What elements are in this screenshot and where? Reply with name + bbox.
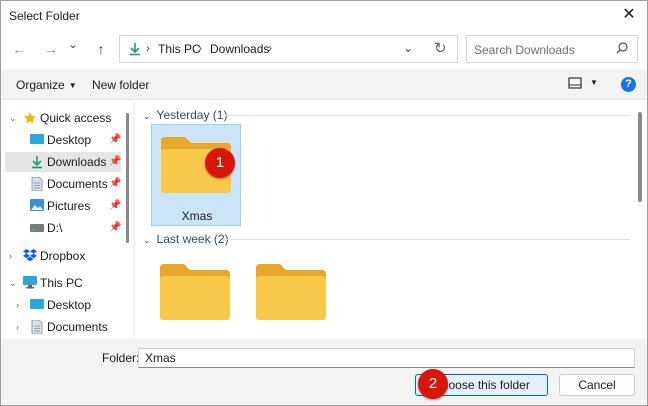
forward-arrow-icon[interactable]: →	[41, 39, 61, 59]
sidebar-item-desktop[interactable]: Desktop 📌	[5, 130, 121, 150]
sidebar-item-drive-d[interactable]: D:\ 📌	[5, 218, 121, 238]
sidebar-item-label: Pictures	[47, 199, 91, 213]
drive-icon	[30, 224, 44, 232]
download-icon	[130, 43, 140, 56]
file-list: ⌄ Yesterday (1) Xmas 1 ⌄ Last week (2)	[135, 99, 647, 339]
chevron-down-icon: ⌄	[143, 111, 151, 121]
chevron-down-icon[interactable]: ⌄	[9, 273, 17, 293]
folder-icon	[256, 264, 326, 320]
chevron-down-icon: ⌄	[143, 235, 151, 245]
window-title: Select Folder	[9, 9, 80, 23]
search-box[interactable]: Search Downloads	[466, 35, 638, 63]
step-badge-1: 1	[205, 148, 235, 178]
sidebar-item-quick-access[interactable]: ⌄ Quick access	[5, 108, 121, 128]
folder-tile[interactable]	[247, 252, 337, 339]
navigation-bar: ← → ⌄ ↑ › This PC › Downloads › ⌄ ↻ Sear…	[1, 31, 647, 69]
caret-down-icon: ▼	[68, 81, 77, 90]
folder-tile[interactable]	[151, 252, 241, 339]
desktop-icon	[30, 134, 44, 144]
dialog-footer: Folder: Choose this folder Cancel 2	[1, 339, 647, 405]
cancel-button[interactable]: Cancel	[559, 374, 635, 396]
back-arrow-icon[interactable]: ←	[9, 39, 29, 59]
sidebar-item-label: Quick access	[40, 111, 112, 125]
help-icon[interactable]: ?	[621, 77, 636, 92]
folder-name-input[interactable]	[138, 348, 635, 368]
sidebar-item-label: Dropbox	[40, 249, 86, 263]
group-divider	[223, 239, 630, 240]
view-options-icon[interactable]	[568, 77, 582, 89]
breadcrumb-this-pc[interactable]: This PC	[158, 42, 201, 56]
refresh-icon[interactable]: ↻	[434, 39, 447, 57]
folder-icon	[160, 264, 230, 320]
breadcrumb-separator-icon: ›	[198, 41, 202, 55]
pin-icon[interactable]: 📌	[109, 174, 121, 194]
group-header-label: Last week (2)	[156, 232, 229, 246]
breadcrumb-separator-icon[interactable]: ›	[268, 41, 272, 55]
sidebar-item-dropbox[interactable]: › Dropbox	[5, 246, 121, 266]
chevron-down-icon[interactable]: ⌄	[403, 41, 413, 55]
content-scrollbar[interactable]	[638, 112, 642, 202]
sidebar-item-label: Documents	[47, 320, 108, 334]
title-bar: Select Folder ✕	[1, 1, 647, 31]
close-icon[interactable]: ✕	[619, 5, 639, 25]
chevron-down-icon[interactable]: ⌄	[9, 108, 17, 128]
sidebar-item-downloads[interactable]: Downloads 📌	[5, 152, 121, 172]
group-header-last-week[interactable]: ⌄ Last week (2)	[143, 232, 229, 246]
group-divider	[225, 115, 630, 116]
sidebar-item-pc-documents[interactable]: › Documents	[5, 317, 121, 337]
download-icon	[32, 156, 42, 169]
sidebar-scrollbar[interactable]	[126, 113, 129, 243]
computer-icon	[23, 276, 37, 289]
sidebar-item-label: Documents	[47, 177, 108, 191]
search-icon	[616, 42, 628, 54]
chevron-right-icon[interactable]: ›	[16, 295, 19, 315]
pin-icon[interactable]: 📌	[109, 152, 121, 172]
folder-label: Folder:	[102, 351, 140, 365]
search-placeholder: Search Downloads	[474, 43, 575, 57]
pin-icon[interactable]: 📌	[109, 130, 121, 150]
desktop-icon	[30, 299, 44, 309]
navigation-pane: ⌄ Quick access Desktop 📌 Downloads 📌 Doc…	[1, 99, 133, 339]
chevron-right-icon[interactable]: ›	[9, 246, 12, 266]
dropbox-icon	[23, 249, 37, 262]
pictures-icon	[30, 199, 44, 211]
up-arrow-icon[interactable]: ↑	[91, 39, 111, 59]
group-header-label: Yesterday (1)	[156, 108, 228, 122]
chevron-right-icon[interactable]: ›	[16, 317, 19, 337]
command-bar: Organize ▼ New folder ▼ ?	[1, 69, 647, 99]
sidebar-item-label: Downloads	[47, 155, 107, 169]
documents-icon	[31, 320, 43, 334]
documents-icon	[31, 177, 43, 191]
caret-down-icon[interactable]: ▼	[590, 78, 598, 87]
new-folder-button[interactable]: New folder	[92, 78, 149, 92]
sidebar-item-label: Desktop	[47, 133, 92, 147]
recent-locations-icon[interactable]: ⌄	[63, 35, 83, 55]
organize-label: Organize	[16, 78, 65, 92]
breadcrumb-downloads[interactable]: Downloads	[210, 42, 269, 56]
sidebar-item-documents[interactable]: Documents 📌	[5, 174, 121, 194]
sidebar-item-label: D:\	[47, 221, 63, 235]
select-folder-dialog: Select Folder ✕ ← → ⌄ ↑ › This PC › Down…	[0, 0, 648, 406]
pin-icon[interactable]: 📌	[109, 218, 121, 238]
address-bar[interactable]: › This PC › Downloads › ⌄ ↻	[119, 35, 458, 63]
breadcrumb-separator-icon: ›	[146, 41, 150, 55]
sidebar-item-pictures[interactable]: Pictures 📌	[5, 196, 121, 216]
group-header-yesterday[interactable]: ⌄ Yesterday (1)	[143, 108, 227, 122]
star-icon	[24, 112, 36, 124]
folder-name: Xmas	[181, 209, 213, 223]
organize-button[interactable]: Organize ▼	[16, 78, 77, 92]
sidebar-item-pc-desktop[interactable]: › Desktop	[5, 295, 121, 315]
sidebar-item-this-pc[interactable]: ⌄ This PC	[5, 273, 121, 293]
pin-icon[interactable]: 📌	[109, 196, 121, 216]
sidebar-item-label: This PC	[40, 276, 83, 290]
sidebar-item-label: Desktop	[47, 298, 92, 312]
step-badge-2: 2	[418, 369, 448, 399]
